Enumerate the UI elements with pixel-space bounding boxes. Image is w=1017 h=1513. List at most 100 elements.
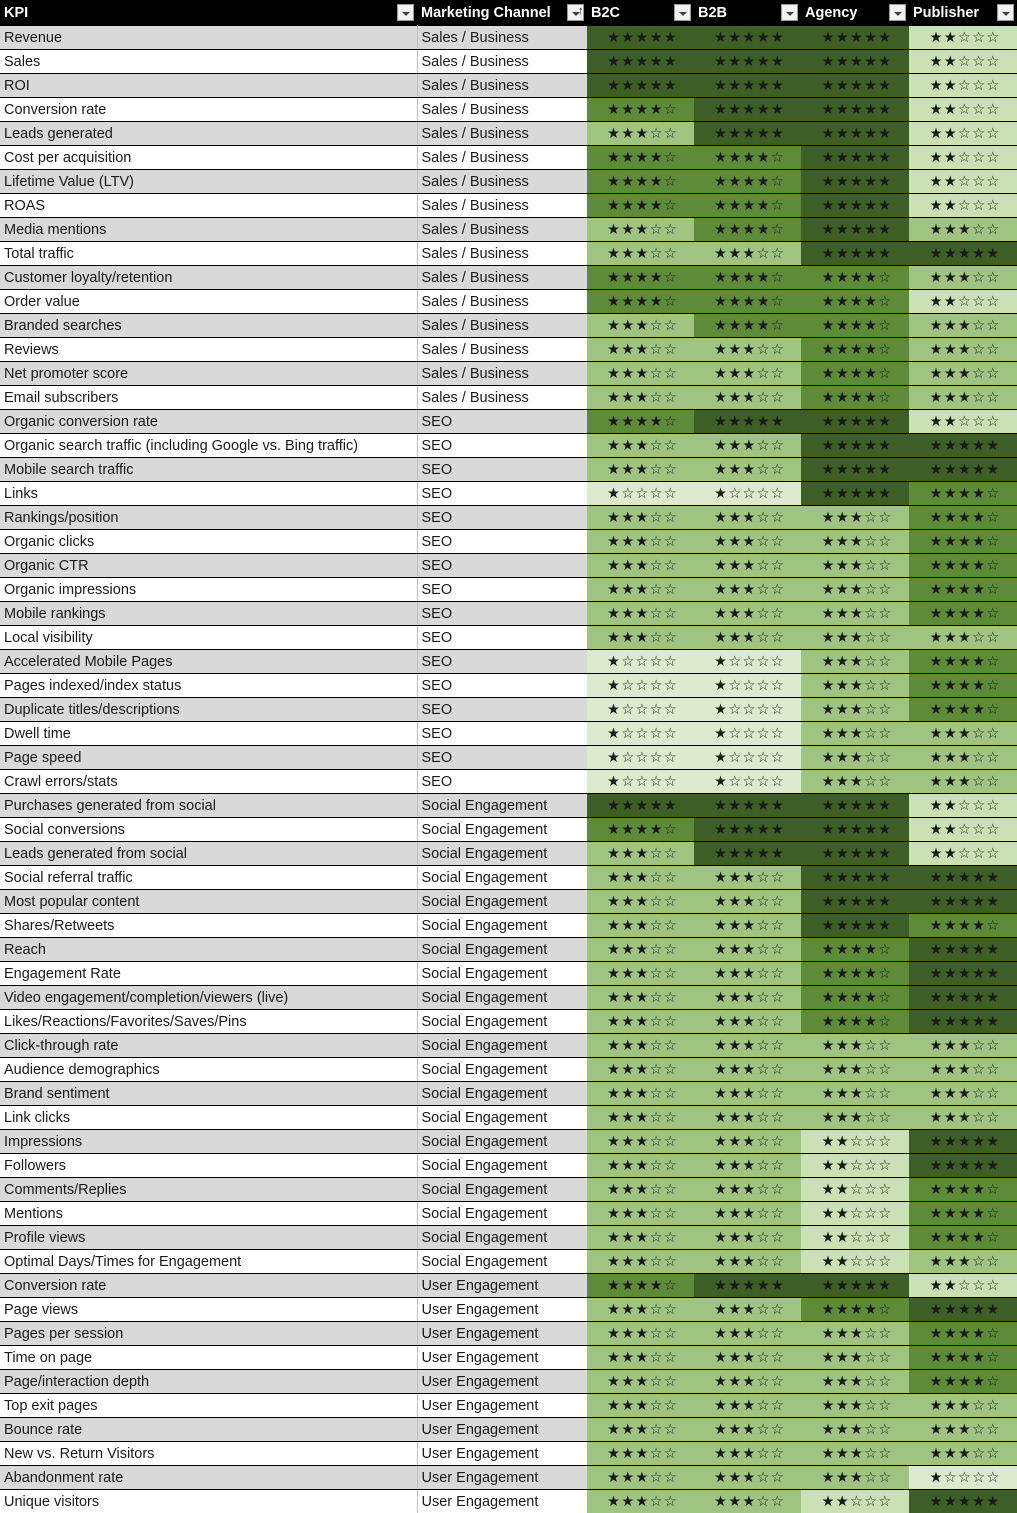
table-row[interactable]: Mobile search traffic SEO ★★★☆☆ ★★★☆☆ ★★★★★ ★… xyxy=(0,457,1017,482)
filter-dropdown-b2c[interactable] xyxy=(674,4,691,21)
table-row[interactable]: Lifetime Value (LTV) Sales / Business ★★★★… xyxy=(0,169,1017,194)
table-row[interactable]: Top exit pages User Engagement ★★★☆☆ ★★★☆☆ ★… xyxy=(0,1393,1017,1418)
cell-rating-b2c: ★☆☆☆☆ xyxy=(587,649,694,674)
star-rating-b2c: ★★★☆☆ xyxy=(607,629,678,646)
table-row[interactable]: ROAS Sales / Business ★★★★☆ ★★★★☆ ★★★★★ ★★☆☆☆ xyxy=(0,193,1017,218)
filter-dropdown-agency[interactable] xyxy=(889,4,906,21)
star-rating-publisher: ★★☆☆☆ xyxy=(929,821,1001,838)
table-row[interactable]: Reviews Sales / Business ★★★☆☆ ★★★☆☆ ★★★★☆ ★★… xyxy=(0,337,1017,362)
star-rating-agency: ★★★★★ xyxy=(821,197,893,214)
cell-marketing-channel: Sales / Business xyxy=(417,217,587,242)
table-row[interactable]: Mentions Social Engagement ★★★☆☆ ★★★☆☆ ★★☆☆☆… xyxy=(0,1201,1017,1226)
table-row[interactable]: Page speed SEO ★☆☆☆☆ ★☆☆☆☆ ★★★☆☆ ★★★☆☆ xyxy=(0,745,1017,770)
table-row[interactable]: Reach Social Engagement ★★★☆☆ ★★★☆☆ ★★★★☆ ★★★… xyxy=(0,937,1017,962)
filter-dropdown-channel[interactable]: ↑ xyxy=(567,4,584,21)
table-row[interactable]: Pages indexed/index status SEO ★☆☆☆☆ ★☆☆☆☆ ★… xyxy=(0,673,1017,698)
table-row[interactable]: Purchases generated from social Social En… xyxy=(0,793,1017,818)
filter-dropdown-publisher[interactable] xyxy=(997,4,1014,21)
table-row[interactable]: Engagement Rate Social Engagement ★★★☆☆ ★★★… xyxy=(0,961,1017,986)
star-rating-b2b: ★☆☆☆☆ xyxy=(714,485,785,502)
table-row[interactable]: Local visibility SEO ★★★☆☆ ★★★☆☆ ★★★☆☆ ★★★☆☆ xyxy=(0,625,1017,650)
star-rating-b2b: ★★★☆☆ xyxy=(714,1013,785,1030)
star-rating-b2b: ★★★★★ xyxy=(714,53,785,70)
star-rating-agency: ★★★★★ xyxy=(821,125,893,142)
table-row[interactable]: Abandonment rate User Engagement ★★★☆☆ ★★★☆… xyxy=(0,1465,1017,1490)
cell-rating-b2c: ★★★☆☆ xyxy=(587,529,694,554)
table-row[interactable]: Likes/Reactions/Favorites/Saves/Pins Soci… xyxy=(0,1009,1017,1034)
star-rating-publisher: ★★★★☆ xyxy=(929,1181,1001,1198)
table-row[interactable]: Net promoter score Sales / Business ★★★☆☆ ★… xyxy=(0,361,1017,386)
table-row[interactable]: Pages per session User Engagement ★★★☆☆ ★★★… xyxy=(0,1321,1017,1346)
cell-rating-b2b: ★★★☆☆ xyxy=(694,889,801,914)
table-row[interactable]: Duplicate titles/descriptions SEO ★☆☆☆☆ ★☆☆… xyxy=(0,697,1017,722)
cell-kpi: Brand sentiment xyxy=(0,1081,418,1106)
table-row[interactable]: Page views User Engagement ★★★☆☆ ★★★☆☆ ★★★★☆… xyxy=(0,1297,1017,1322)
table-row[interactable]: Mobile rankings SEO ★★★☆☆ ★★★☆☆ ★★★☆☆ ★★★★☆ xyxy=(0,601,1017,626)
table-row[interactable]: Accelerated Mobile Pages SEO ★☆☆☆☆ ★☆☆☆☆ ★★★… xyxy=(0,649,1017,674)
cell-rating-b2b: ★★★☆☆ xyxy=(694,1297,801,1322)
table-row[interactable]: Social conversions Social Engagement ★★★★☆… xyxy=(0,817,1017,842)
cell-rating-b2b: ★★★★★ xyxy=(694,121,801,146)
table-row[interactable]: Email subscribers Sales / Business ★★★☆☆ ★★… xyxy=(0,385,1017,410)
star-rating-agency: ★★★☆☆ xyxy=(821,1325,893,1342)
table-row[interactable]: Links SEO ★☆☆☆☆ ★☆☆☆☆ ★★★★★ ★★★★☆ xyxy=(0,481,1017,506)
cell-rating-agency: ★★★☆☆ xyxy=(801,1369,909,1394)
table-row[interactable]: Order value Sales / Business ★★★★☆ ★★★★☆ ★★★… xyxy=(0,289,1017,314)
cell-rating-agency: ★★★☆☆ xyxy=(801,1465,909,1490)
table-row[interactable]: Comments/Replies Social Engagement ★★★☆☆ ★★… xyxy=(0,1177,1017,1202)
table-row[interactable]: Page/interaction depth User Engagement ★★★… xyxy=(0,1369,1017,1394)
cell-rating-agency: ★★★☆☆ xyxy=(801,601,909,626)
table-row[interactable]: ROI Sales / Business ★★★★★ ★★★★★ ★★★★★ ★★☆☆☆ xyxy=(0,73,1017,98)
table-row[interactable]: Impressions Social Engagement ★★★☆☆ ★★★☆☆ ★★… xyxy=(0,1129,1017,1154)
cell-rating-publisher: ★★★★★ xyxy=(909,433,1017,458)
table-row[interactable]: Crawl errors/stats SEO ★☆☆☆☆ ★☆☆☆☆ ★★★☆☆ ★★★☆… xyxy=(0,769,1017,794)
table-row[interactable]: Followers Social Engagement ★★★☆☆ ★★★☆☆ ★★☆☆… xyxy=(0,1153,1017,1178)
table-row[interactable]: Click-through rate Social Engagement ★★★☆☆… xyxy=(0,1033,1017,1058)
table-row[interactable]: Organic conversion rate SEO ★★★★☆ ★★★★★ ★★★★… xyxy=(0,409,1017,434)
spreadsheet-viewport: KPI Marketing Channel ↑ B2C B2B Agency Publish… xyxy=(0,0,1017,1513)
table-row[interactable]: Customer loyalty/retention Sales / Busine… xyxy=(0,265,1017,290)
table-row[interactable]: Cost per acquisition Sales / Business ★★★★… xyxy=(0,145,1017,170)
table-row[interactable]: Leads generated from social Social Engage… xyxy=(0,841,1017,866)
table-row[interactable]: Most popular content Social Engagement ★★★… xyxy=(0,889,1017,914)
table-row[interactable]: Unique visitors User Engagement ★★★☆☆ ★★★☆☆… xyxy=(0,1489,1017,1513)
table-row[interactable]: Revenue Sales / Business ★★★★★ ★★★★★ ★★★★★ ★★… xyxy=(0,25,1017,50)
table-row[interactable]: Dwell time SEO ★☆☆☆☆ ★☆☆☆☆ ★★★☆☆ ★★★☆☆ xyxy=(0,721,1017,746)
filter-dropdown-b2b[interactable] xyxy=(781,4,798,21)
table-row[interactable]: Link clicks Social Engagement ★★★☆☆ ★★★☆☆ ★★… xyxy=(0,1105,1017,1130)
table-row[interactable]: Sales Sales / Business ★★★★★ ★★★★★ ★★★★★ ★★☆☆… xyxy=(0,49,1017,74)
star-rating-b2c: ★★★☆☆ xyxy=(607,1469,678,1486)
cell-kpi: Email subscribers xyxy=(0,385,418,410)
table-row[interactable]: Organic CTR SEO ★★★☆☆ ★★★☆☆ ★★★☆☆ ★★★★☆ xyxy=(0,553,1017,578)
table-row[interactable]: Time on page User Engagement ★★★☆☆ ★★★☆☆ ★★★… xyxy=(0,1345,1017,1370)
filter-dropdown-kpi[interactable] xyxy=(397,4,414,21)
table-row[interactable]: Video engagement/completion/viewers (liv… xyxy=(0,985,1017,1010)
table-row[interactable]: Optimal Days/Times for Engagement Social … xyxy=(0,1249,1017,1274)
star-rating-publisher: ★★★★☆ xyxy=(929,1229,1001,1246)
table-row[interactable]: Total traffic Sales / Business ★★★☆☆ ★★★☆☆ ★… xyxy=(0,241,1017,266)
table-row[interactable]: Bounce rate User Engagement ★★★☆☆ ★★★☆☆ ★★★☆… xyxy=(0,1417,1017,1442)
table-row[interactable]: Organic clicks SEO ★★★☆☆ ★★★☆☆ ★★★☆☆ ★★★★☆ xyxy=(0,529,1017,554)
table-row[interactable]: Leads generated Sales / Business ★★★☆☆ ★★★★… xyxy=(0,121,1017,146)
cell-rating-b2b: ★★★☆☆ xyxy=(694,1321,801,1346)
table-row[interactable]: Profile views Social Engagement ★★★☆☆ ★★★☆☆… xyxy=(0,1225,1017,1250)
table-row[interactable]: Rankings/position SEO ★★★☆☆ ★★★☆☆ ★★★☆☆ ★★★★☆ xyxy=(0,505,1017,530)
table-row[interactable]: Branded searches Sales / Business ★★★☆☆ ★★★… xyxy=(0,313,1017,338)
table-row[interactable]: Shares/Retweets Social Engagement ★★★☆☆ ★★★… xyxy=(0,913,1017,938)
cell-kpi: Conversion rate xyxy=(0,1273,418,1298)
cell-rating-b2b: ★★★☆☆ xyxy=(694,937,801,962)
cell-kpi: Branded searches xyxy=(0,313,418,338)
table-row[interactable]: New vs. Return Visitors User Engagement ★★… xyxy=(0,1441,1017,1466)
table-row[interactable]: Organic search traffic (including Google… xyxy=(0,433,1017,458)
table-row[interactable]: Audience demographics Social Engagement ★★… xyxy=(0,1057,1017,1082)
cell-kpi: Mobile search traffic xyxy=(0,457,418,482)
table-row[interactable]: Conversion rate User Engagement ★★★★☆ ★★★★★… xyxy=(0,1273,1017,1298)
star-rating-agency: ★★★☆☆ xyxy=(821,701,893,718)
table-row[interactable]: Brand sentiment Social Engagement ★★★☆☆ ★★★… xyxy=(0,1081,1017,1106)
cell-rating-b2c: ★★★☆☆ xyxy=(587,1465,694,1490)
table-row[interactable]: Social referral traffic Social Engagement… xyxy=(0,865,1017,890)
table-row[interactable]: Media mentions Sales / Business ★★★☆☆ ★★★★☆… xyxy=(0,217,1017,242)
table-row[interactable]: Organic impressions SEO ★★★☆☆ ★★★☆☆ ★★★☆☆ ★★★… xyxy=(0,577,1017,602)
table-row[interactable]: Conversion rate Sales / Business ★★★★☆ ★★★★… xyxy=(0,97,1017,122)
star-rating-agency: ★★★★★ xyxy=(821,893,893,910)
